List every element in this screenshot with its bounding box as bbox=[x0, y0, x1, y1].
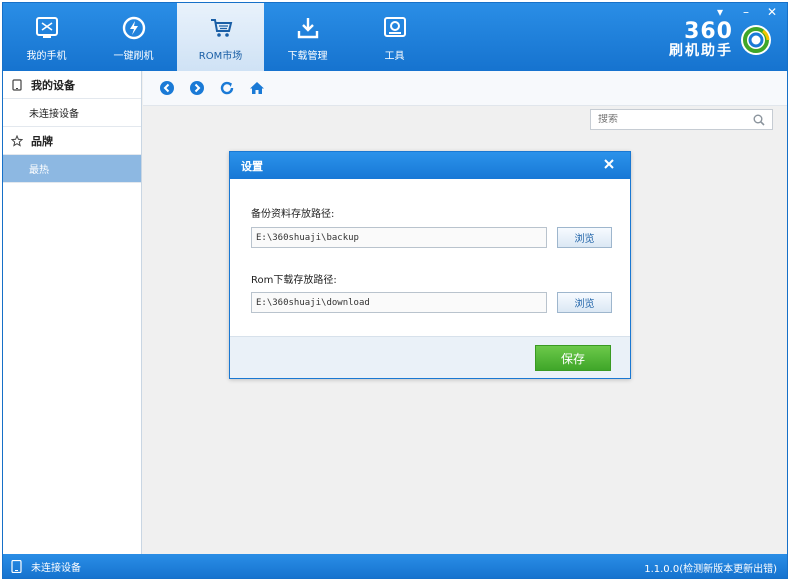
close-window-button[interactable]: ✕ bbox=[763, 5, 781, 19]
menu-dropdown-button[interactable]: ▾ bbox=[711, 5, 729, 19]
device-icon bbox=[12, 78, 22, 91]
save-button[interactable]: 保存 bbox=[535, 345, 611, 371]
phone-icon bbox=[35, 17, 58, 38]
version-status[interactable]: 1.1.0.0(检测新版本更新出错) bbox=[644, 560, 777, 575]
sidebar-section-label: 我的设备 bbox=[31, 78, 75, 92]
nav-one-click-flash[interactable]: 一键刷机 bbox=[90, 3, 177, 71]
status-device: 未连接设备 bbox=[3, 559, 81, 574]
toolbox-icon bbox=[383, 17, 406, 37]
nav-download-manager[interactable]: 下载管理 bbox=[264, 3, 351, 71]
nav-label: 下载管理 bbox=[287, 51, 328, 62]
download-icon bbox=[297, 18, 318, 39]
nav-tools[interactable]: 工具 bbox=[351, 3, 438, 71]
nav-my-phone[interactable]: 我的手机 bbox=[3, 3, 90, 71]
browser-toolbar bbox=[143, 71, 787, 106]
sidebar-item-unconnected-device[interactable]: 未连接设备 bbox=[3, 99, 141, 127]
nav-rom-market[interactable]: ROM市场 bbox=[177, 3, 264, 71]
dialog-footer: 保存 bbox=[230, 336, 630, 378]
search-icon[interactable] bbox=[753, 114, 765, 126]
app-window: 我的手机 一键刷机 ROM市场 下载管理 工具 ▾ – ✕ 360 刷机助手 我… bbox=[2, 2, 788, 579]
sidebar-section-my-devices: 我的设备 bbox=[3, 71, 141, 99]
nav-label: 一键刷机 bbox=[113, 51, 154, 62]
window-controls: ▾ – ✕ bbox=[711, 5, 781, 19]
app-logo: 360 刷机助手 bbox=[669, 21, 773, 59]
home-icon[interactable] bbox=[249, 80, 265, 96]
back-icon[interactable] bbox=[159, 80, 175, 96]
top-bar: 我的手机 一键刷机 ROM市场 下载管理 工具 ▾ – ✕ 360 刷机助手 bbox=[3, 3, 787, 71]
sidebar-section-label: 品牌 bbox=[31, 134, 53, 148]
nav-label: 我的手机 bbox=[26, 51, 67, 62]
logo-name: 刷机助手 bbox=[669, 43, 733, 59]
nav-label: 工具 bbox=[384, 51, 405, 62]
settings-dialog: 设置 备份资料存放路径: 浏览 Rom下载存放路径: 浏览 保存 bbox=[229, 151, 631, 379]
browse-rom-button[interactable]: 浏览 bbox=[557, 292, 612, 313]
nav-label: ROM市场 bbox=[198, 51, 243, 62]
star-icon bbox=[11, 134, 23, 147]
360-logo-icon bbox=[741, 25, 771, 55]
search-input[interactable] bbox=[598, 114, 748, 125]
sidebar: 我的设备 未连接设备 品牌 最热 bbox=[3, 71, 142, 554]
forward-icon[interactable] bbox=[189, 80, 205, 96]
search-box bbox=[590, 109, 773, 130]
backup-path-label: 备份资料存放路径: bbox=[251, 209, 335, 220]
status-device-text: 未连接设备 bbox=[31, 562, 81, 574]
phone-status-icon bbox=[11, 559, 22, 573]
logo-text: 360 刷机助手 bbox=[669, 19, 733, 60]
logo-number: 360 bbox=[684, 19, 733, 44]
rom-path-field[interactable] bbox=[251, 292, 547, 313]
sidebar-section-brands: 品牌 bbox=[3, 127, 141, 155]
minimize-button[interactable]: – bbox=[737, 5, 755, 19]
close-icon[interactable] bbox=[602, 157, 616, 171]
main-nav: 我的手机 一键刷机 ROM市场 下载管理 工具 bbox=[3, 3, 438, 71]
browse-backup-button[interactable]: 浏览 bbox=[557, 227, 612, 248]
backup-path-field[interactable] bbox=[251, 227, 547, 248]
status-bar: 未连接设备 1.1.0.0(检测新版本更新出错) bbox=[3, 554, 787, 578]
sidebar-item-hottest[interactable]: 最热 bbox=[3, 155, 141, 183]
cart-icon bbox=[210, 19, 232, 37]
dialog-body: 备份资料存放路径: 浏览 Rom下载存放路径: 浏览 保存 bbox=[230, 179, 630, 378]
flash-icon bbox=[122, 16, 145, 40]
dialog-title: 设置 bbox=[230, 152, 630, 179]
rom-path-label: Rom下载存放路径: bbox=[251, 275, 337, 286]
refresh-icon[interactable] bbox=[219, 80, 235, 96]
